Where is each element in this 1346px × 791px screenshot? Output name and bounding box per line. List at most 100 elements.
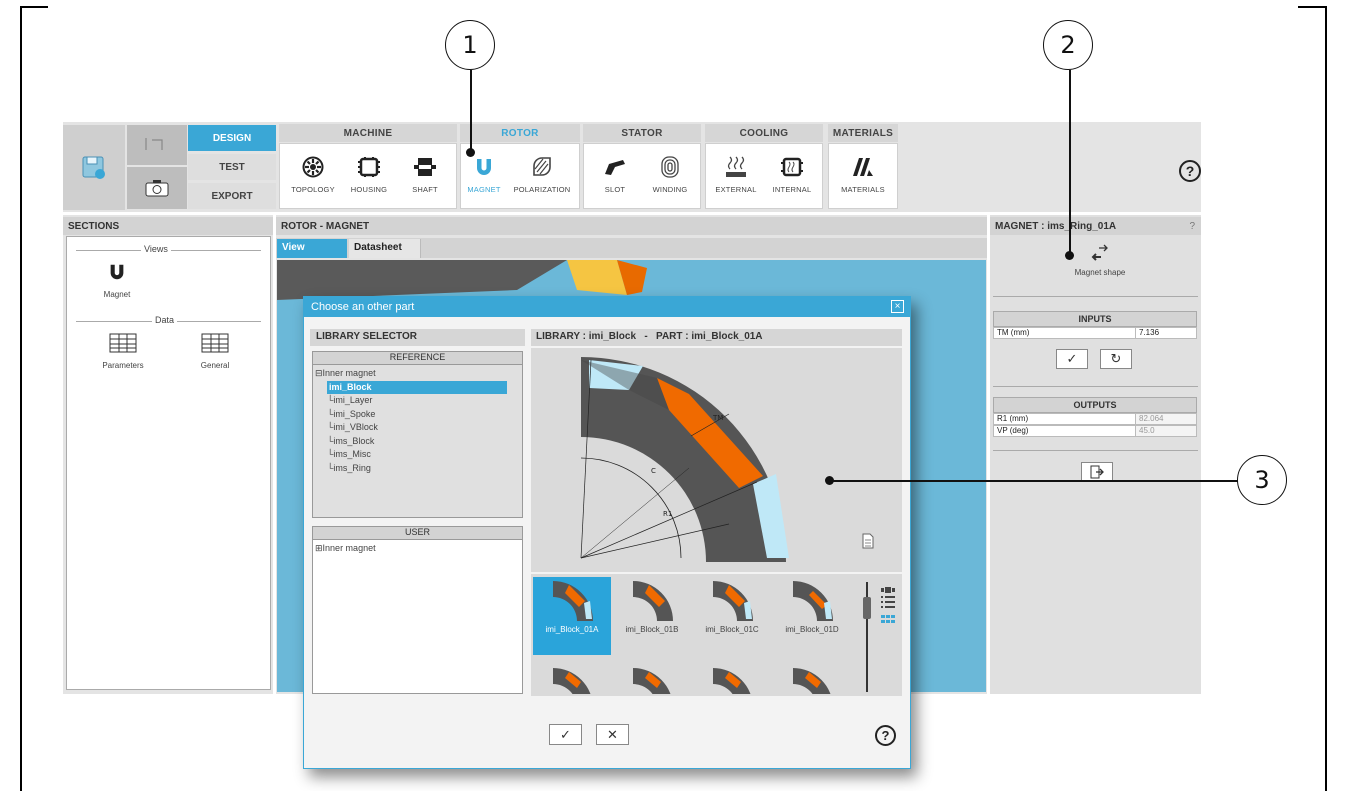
inputs-title: INPUTS	[993, 311, 1197, 327]
tree-item-imi-layer[interactable]: └imi_Layer	[315, 394, 521, 408]
magnet-panel-help[interactable]: ?	[1189, 221, 1195, 232]
library-part-title: LIBRARY : imi_Block - PART : imi_Block_0…	[536, 331, 763, 342]
internal-cooling-label: INTERNAL	[772, 185, 812, 194]
input-row-tm: TM (mm) 7.136	[993, 327, 1197, 339]
topology-tool[interactable]: TOPOLOGY	[282, 145, 344, 205]
callout-3-dot	[825, 476, 834, 485]
shaft-tool[interactable]: SHAFT	[394, 145, 456, 205]
thumbnail-label: imi_Block_01B	[625, 625, 679, 634]
group-stator-title: STATOR	[583, 124, 701, 142]
callout-3: 3	[1237, 455, 1287, 505]
reference-title: REFERENCE	[313, 352, 522, 365]
c-label: C	[651, 467, 656, 475]
help-icon: ?	[881, 728, 890, 743]
reset-button[interactable]: ↻	[1100, 349, 1132, 369]
user-title: USER	[313, 527, 522, 540]
tab-datasheet[interactable]: Datasheet	[349, 239, 421, 258]
help-button[interactable]: ?	[1179, 160, 1201, 182]
polarization-tool[interactable]: POLARIZATION	[508, 145, 576, 205]
mode-export-button[interactable]: EXPORT	[188, 183, 276, 209]
mode-test-button[interactable]: TEST	[188, 154, 276, 180]
views-label: Views	[141, 244, 171, 254]
tree-item-imi-block[interactable]: imi_Block	[315, 380, 521, 394]
output-vp-value: 45.0	[1136, 426, 1196, 436]
output-row-r1: R1 (mm) 82.064	[993, 413, 1197, 425]
help-icon: ?	[1185, 163, 1195, 179]
part-thumbnail-icon	[793, 581, 833, 621]
thumbnail-imi-block-01d[interactable]: imi_Block_01D	[773, 577, 851, 655]
center-title: ROTOR - MAGNET	[276, 217, 987, 235]
reference-tree: ⊟Inner magnet imi_Block └imi_Layer └imi_…	[315, 367, 521, 475]
dialog-help-button[interactable]: ?	[875, 725, 896, 746]
tree-item-imi-vblock[interactable]: └imi_VBlock	[315, 421, 521, 435]
tree-item-ims-block[interactable]: └ims_Block	[315, 435, 521, 449]
tree-root-inner-magnet[interactable]: ⊟Inner magnet	[315, 367, 521, 381]
magnet-shape-label: Magnet shape	[1074, 268, 1126, 277]
sections-title: SECTIONS	[63, 217, 273, 235]
check-icon: ✓	[560, 726, 571, 742]
table-icon	[109, 333, 137, 353]
tree-item-imi-spoke[interactable]: └imi_Spoke	[315, 408, 521, 422]
magnet-panel	[990, 215, 1201, 694]
materials-tool[interactable]: MATERIALS	[832, 145, 894, 205]
thumbnail-imi-block-01a[interactable]: imi_Block_01A	[533, 577, 611, 655]
dialog-ok-button[interactable]: ✓	[549, 724, 582, 745]
winding-tool[interactable]: WINDING	[642, 145, 698, 205]
shaft-label: SHAFT	[412, 185, 438, 194]
dialog-cancel-button[interactable]: ✕	[596, 724, 629, 745]
slot-tool[interactable]: SLOT	[588, 145, 642, 205]
magnet-icon	[110, 264, 124, 280]
callout-2: 2	[1043, 20, 1093, 70]
user-tree-root[interactable]: ⊞Inner magnet	[315, 542, 376, 556]
winding-icon	[661, 156, 679, 178]
section-general-label: General	[200, 361, 230, 370]
save-project-button[interactable]	[63, 125, 125, 210]
undo-icon	[145, 138, 163, 150]
dialog-close-button[interactable]: ×	[891, 300, 904, 313]
part-preview-drawing: TM C R1	[580, 357, 789, 562]
thumbnail-imi-block-01b[interactable]: imi_Block_01B	[613, 577, 691, 655]
r1-label: R1	[663, 510, 672, 518]
housing-tool[interactable]: HOUSING	[338, 145, 400, 205]
data-label: Data	[152, 315, 178, 325]
screenshot-button[interactable]	[127, 167, 187, 209]
internal-cooling-icon	[781, 157, 803, 177]
tab-view[interactable]: View	[277, 239, 347, 258]
grid-view-icon[interactable]	[881, 614, 895, 626]
external-cooling-label: EXTERNAL	[715, 185, 757, 194]
internal-cooling-tool[interactable]: INTERNAL	[764, 145, 820, 205]
undo-button[interactable]	[127, 125, 187, 165]
thumbnail-imi-block-01c[interactable]: imi_Block_01C	[693, 577, 771, 655]
callout-1: 1	[445, 20, 495, 70]
slot-icon	[605, 160, 625, 175]
slider-view-icon[interactable]	[881, 580, 895, 593]
document-icon	[862, 533, 874, 549]
external-cooling-tool[interactable]: EXTERNAL	[708, 145, 764, 205]
export-button[interactable]	[1081, 462, 1113, 482]
mode-design-button[interactable]: DESIGN	[188, 125, 276, 151]
part-preview: TM C R1	[531, 348, 902, 572]
library-selector-title: LIBRARY SELECTOR	[316, 331, 417, 342]
sections-content	[66, 236, 271, 690]
housing-icon	[358, 157, 380, 177]
input-tm-value[interactable]: 7.136	[1136, 328, 1196, 338]
dialog-title-text: Choose an other part	[311, 301, 415, 313]
callout-2-dot	[1065, 251, 1074, 260]
output-r1-name: R1 (mm)	[994, 414, 1136, 424]
section-magnet[interactable]: Magnet	[92, 262, 142, 304]
thumbnail-scroll-thumb[interactable]	[863, 597, 871, 619]
external-cooling-icon	[726, 156, 746, 177]
shaft-icon	[414, 158, 436, 176]
export-icon	[1090, 465, 1104, 479]
apply-button[interactable]: ✓	[1056, 349, 1088, 369]
section-general[interactable]: General	[180, 333, 250, 375]
datasheet-button[interactable]	[862, 533, 874, 554]
tree-item-ims-ring[interactable]: └ims_Ring	[315, 462, 521, 476]
part-thumbnail-icon	[633, 581, 673, 621]
section-parameters[interactable]: Parameters	[88, 333, 158, 375]
magnet-panel-name: MAGNET : ims_Ring_01A	[995, 220, 1117, 232]
list-view-icon[interactable]	[881, 595, 895, 608]
tree-item-ims-misc[interactable]: └ims_Misc	[315, 448, 521, 462]
topology-icon	[302, 156, 324, 178]
close-icon: ✕	[607, 726, 618, 742]
